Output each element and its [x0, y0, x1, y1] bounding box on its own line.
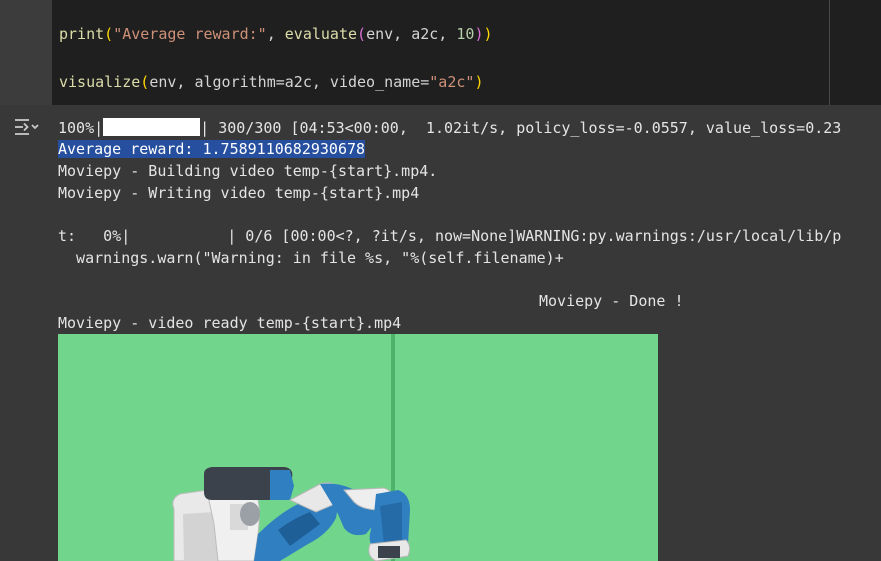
moviepy-writing-line: Moviepy - Writing video temp-{start}.mp4 — [58, 184, 420, 202]
code-line-print: print("Average reward:", evaluate(env, a… — [59, 24, 493, 44]
robot-scene — [172, 334, 411, 561]
code-token-paren: ) — [483, 25, 493, 43]
selected-text[interactable]: Average reward: 1.7589110682930678 — [58, 140, 366, 158]
code-token-number: 10 — [456, 25, 475, 43]
code-token-paren: ( — [140, 73, 150, 91]
code-token-string: "a2c" — [429, 73, 475, 91]
reward-output-line: Average reward: 1.7589110682930678 — [58, 139, 366, 159]
code-token-plain: env, a2c, — [366, 25, 457, 43]
moviepy-building-line: Moviepy - Building video temp-{start}.mp… — [58, 162, 438, 180]
code-token-paren: ( — [357, 25, 367, 43]
code-token-paren: ) — [474, 73, 484, 91]
code-token-fn: evaluate — [284, 25, 358, 43]
robot-top-joint — [270, 470, 294, 500]
frame-progress-suffix: | 0/6 [00:00<?, ?it/s, now=None]WARNING:… — [227, 227, 842, 245]
notebook-view: print("Average reward:", evaluate(env, a… — [0, 0, 881, 561]
robot-gripper-tip — [378, 546, 400, 558]
code-line-visualize: visualize(env, algorithm=a2c, video_name… — [59, 72, 483, 92]
code-token-plain: env, algorithm=a2c, video_name= — [149, 73, 430, 91]
frame-progress-line: t: 0%| | 0/6 [00:00<?, ?it/s, now=None]WA… — [58, 226, 841, 246]
cell-scroll-area[interactable] — [829, 0, 881, 105]
code-token-string: "Average reward:" — [113, 25, 267, 43]
code-token-paren: ( — [104, 25, 114, 43]
output-toggle-icon[interactable] — [13, 117, 41, 139]
robot-shoulder-cap — [240, 502, 260, 526]
frame-progress-prefix: t: 0%| — [58, 227, 131, 245]
moviepy-done-line: Moviepy - Done ! — [539, 292, 684, 310]
warnings-line: warnings.warn("Warning: in file %s, "%(s… — [58, 249, 564, 267]
cell-gutter[interactable] — [0, 0, 52, 105]
code-editor[interactable]: print("Average reward:", evaluate(env, a… — [52, 0, 829, 105]
code-token-plain: , — [266, 25, 285, 43]
moviepy-ready-line: Moviepy - video ready temp-{start}.mp4 — [58, 314, 402, 332]
progress-bar-fill — [103, 118, 201, 136]
training-progress-line: 100%| | 300/300 [04:53<00:00, 1.02it/s, p… — [58, 118, 841, 138]
progress-suffix: | 300/300 [04:53<00:00, 1.02it/s, policy… — [200, 119, 842, 137]
progress-bar — [103, 118, 201, 136]
code-token-fn: print — [59, 25, 105, 43]
frame-progress-bar — [130, 226, 227, 244]
code-token-fn: visualize — [59, 73, 141, 91]
video-player[interactable] — [58, 334, 658, 561]
progress-percent: 100%| — [58, 119, 104, 137]
